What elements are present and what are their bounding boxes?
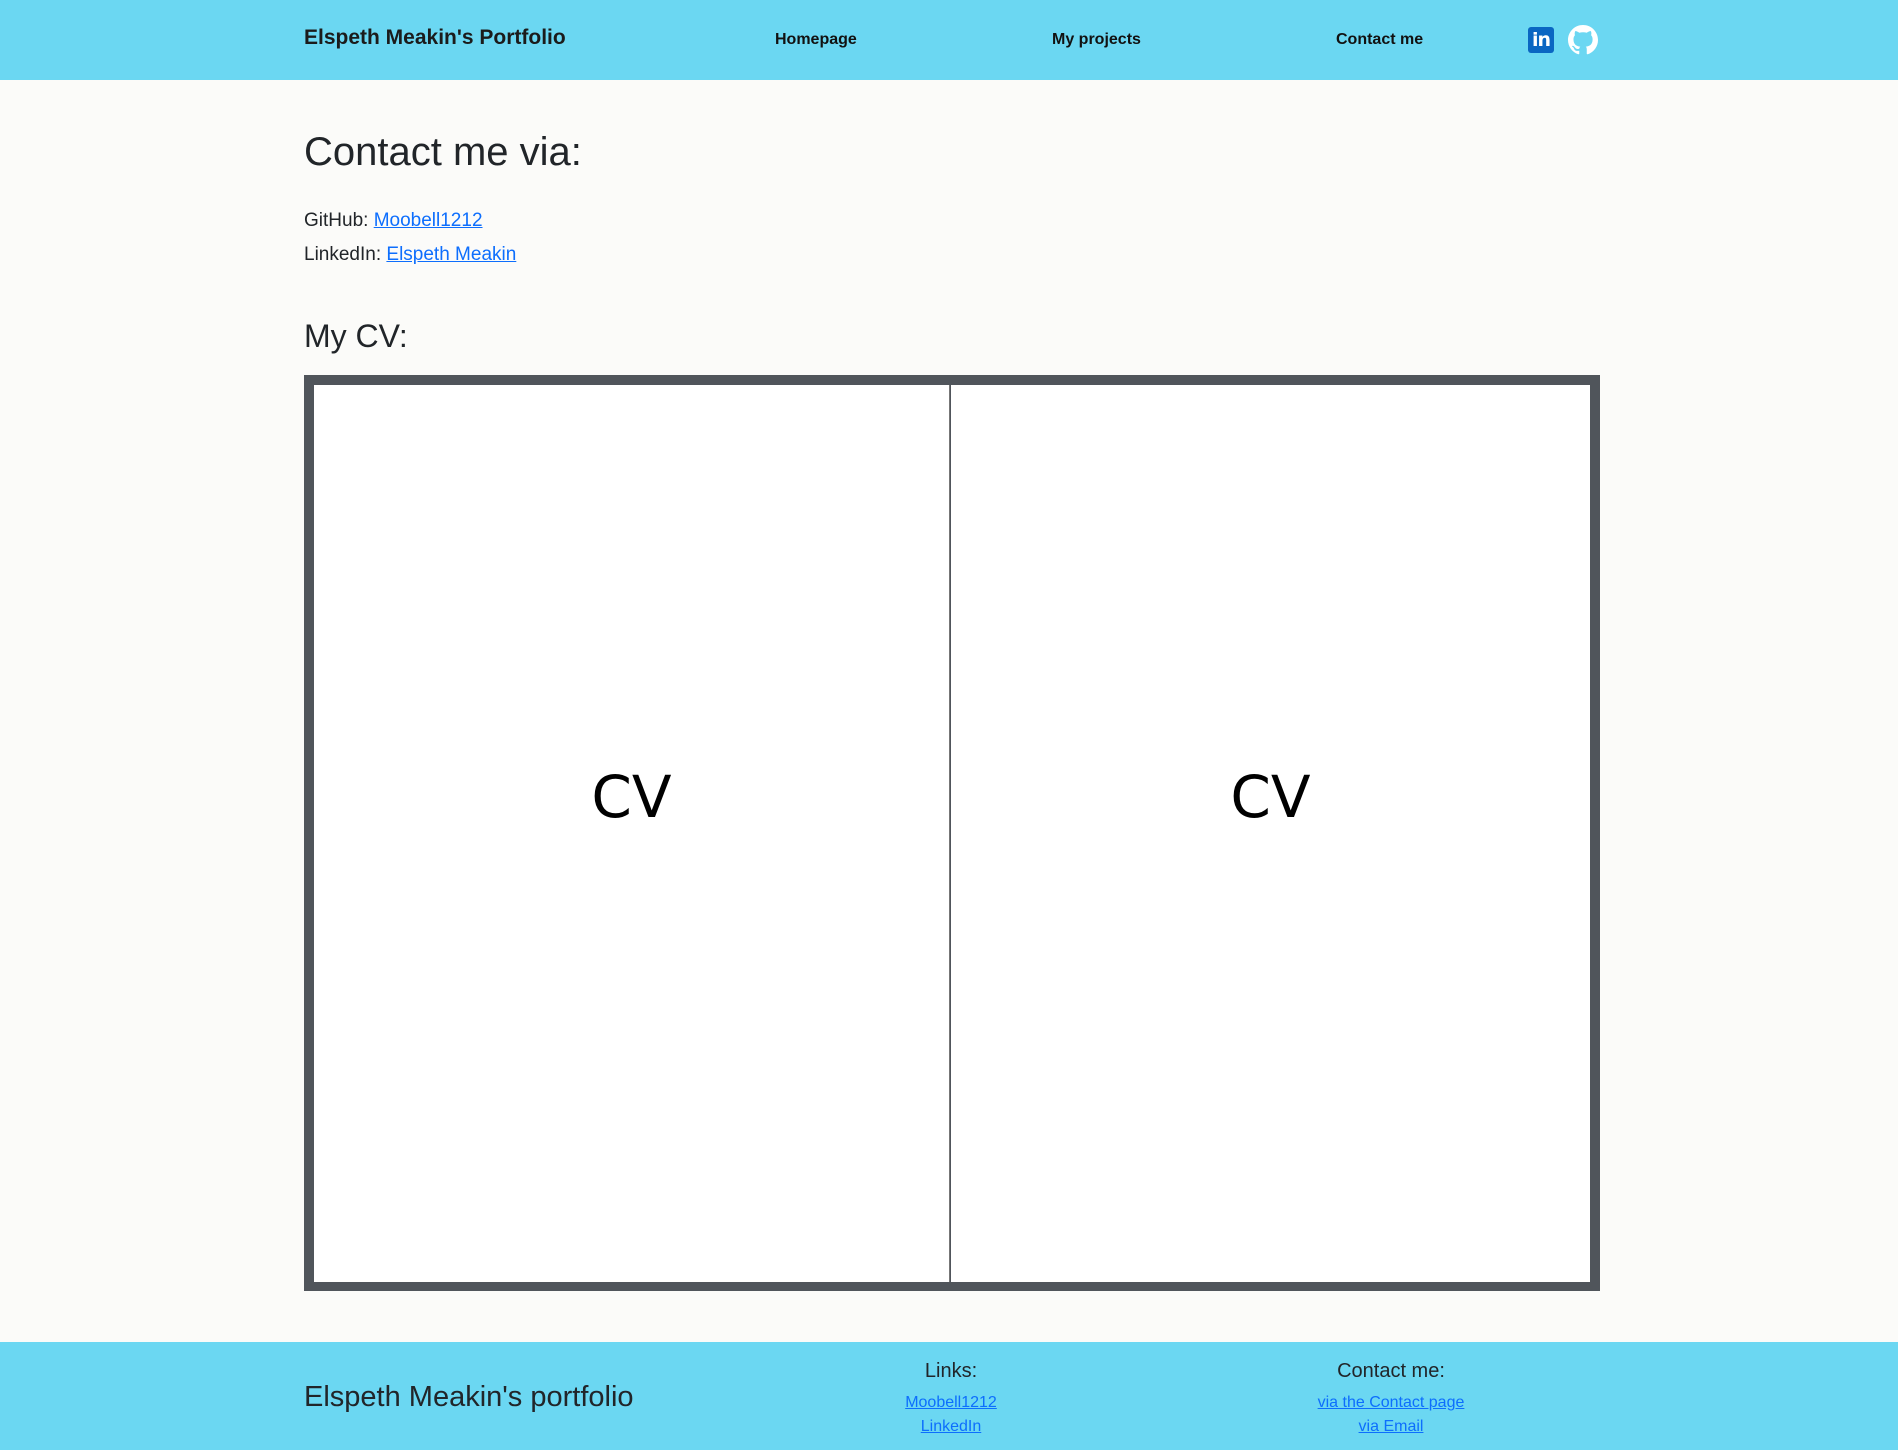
navbar: Elspeth Meakin's Portfolio Homepage My p… — [0, 0, 1898, 80]
linkedin-contact-line: LinkedIn: Elspeth Meakin — [304, 244, 516, 266]
github-contact-line: GitHub: Moobell1212 — [304, 210, 483, 232]
footer-contact-page-link[interactable]: via the Contact page — [1291, 1391, 1491, 1415]
cv-heading: My CV: — [304, 318, 408, 354]
github-label: GitHub: — [304, 210, 369, 231]
linkedin-link[interactable]: Elspeth Meakin — [386, 244, 516, 265]
footer-brand: Elspeth Meakin's portfolio — [304, 1381, 634, 1413]
linkedin-icon[interactable]: in — [1528, 27, 1554, 53]
footer-contact-section: Contact me: via the Contact page via Ema… — [1291, 1360, 1491, 1439]
github-icon[interactable] — [1568, 25, 1598, 55]
footer-links-title: Links: — [924, 1360, 978, 1382]
linkedin-label: LinkedIn: — [304, 244, 382, 265]
site-brand[interactable]: Elspeth Meakin's Portfolio — [304, 26, 566, 50]
cv-page-1[interactable]: CV — [314, 385, 950, 1282]
nav-contact-me[interactable]: Contact me — [1336, 31, 1423, 49]
github-link[interactable]: Moobell1212 — [374, 210, 483, 231]
nav-homepage[interactable]: Homepage — [775, 31, 857, 49]
footer-linkedin-link[interactable]: LinkedIn — [851, 1415, 1051, 1439]
footer-links-section: Links: Moobell1212 LinkedIn — [851, 1360, 1051, 1439]
footer-github-link[interactable]: Moobell1212 — [851, 1391, 1051, 1415]
footer-contact-title: Contact me: — [1337, 1360, 1445, 1382]
footer: Elspeth Meakin's portfolio Links: Moobel… — [0, 1342, 1898, 1450]
cv-page-text: CV — [591, 763, 672, 831]
nav-my-projects[interactable]: My projects — [1052, 31, 1141, 49]
footer-email-link[interactable]: via Email — [1291, 1415, 1491, 1439]
page-title: Contact me via: — [304, 130, 582, 174]
cv-page-text: CV — [1230, 763, 1311, 831]
cv-page-2[interactable]: CV — [951, 385, 1590, 1282]
cv-pdf-viewer[interactable]: CV CV — [304, 375, 1600, 1291]
